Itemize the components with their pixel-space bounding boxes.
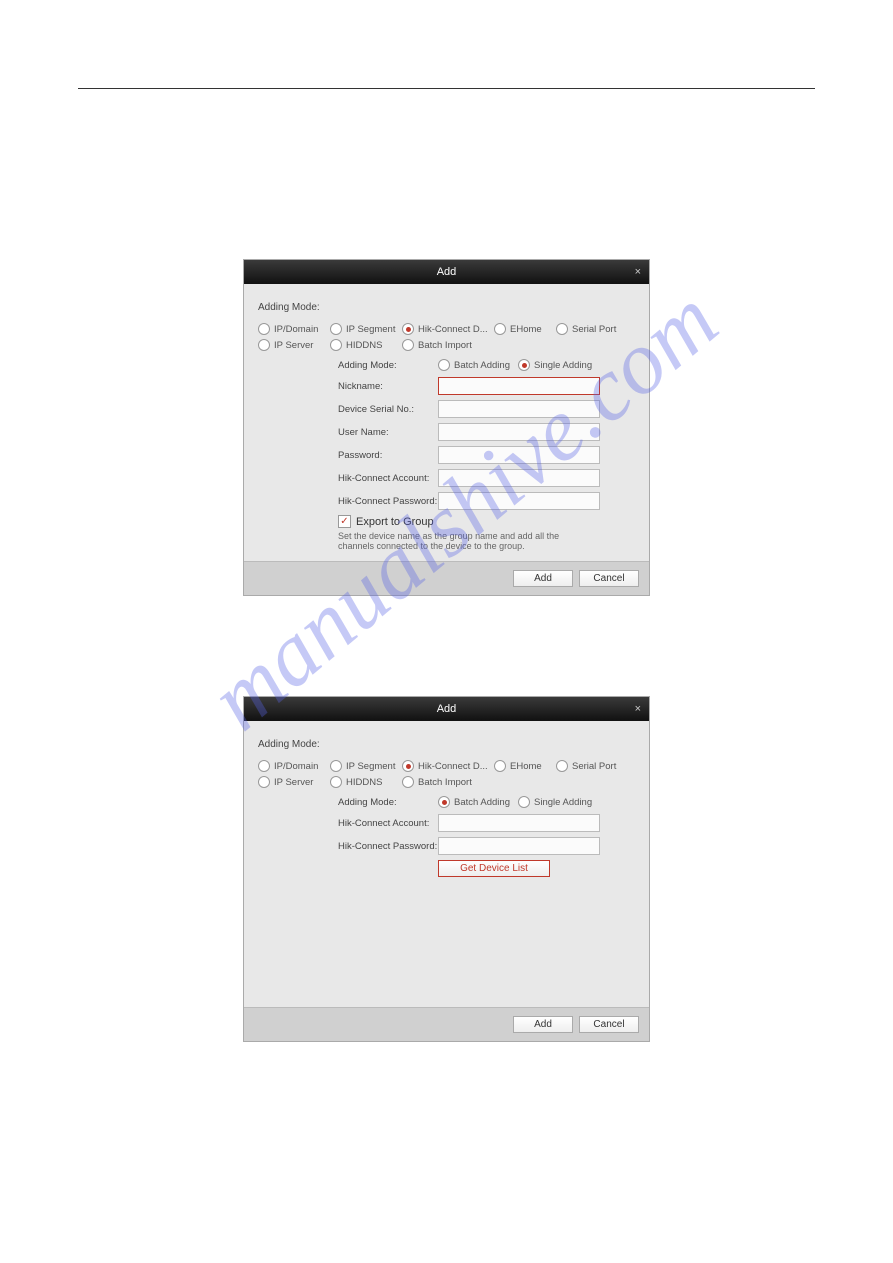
radio-ip-server[interactable]: IP Server: [258, 339, 330, 351]
username-input[interactable]: [438, 423, 600, 441]
radio-ip-segment[interactable]: IP Segment: [330, 760, 402, 772]
serial-input[interactable]: [438, 400, 600, 418]
radio-ip-domain[interactable]: IP/Domain: [258, 760, 330, 772]
radio-hik-connect[interactable]: Hik-Connect D...: [402, 323, 494, 335]
sub-mode-label: Adding Mode:: [338, 797, 438, 808]
add-button[interactable]: Add: [513, 1016, 573, 1033]
nickname-label: Nickname:: [338, 381, 438, 392]
cancel-button[interactable]: Cancel: [579, 1016, 639, 1033]
radio-ip-segment[interactable]: IP Segment: [330, 323, 402, 335]
radio-hiddns[interactable]: HIDDNS: [330, 339, 402, 351]
radio-ehome[interactable]: EHome: [494, 323, 556, 335]
get-device-list-button[interactable]: Get Device List: [438, 860, 550, 877]
dialog-titlebar: Add ×: [244, 260, 649, 284]
radio-ip-server[interactable]: IP Server: [258, 776, 330, 788]
radio-serial-port[interactable]: Serial Port: [556, 323, 626, 335]
radio-batch-import[interactable]: Batch Import: [402, 339, 494, 351]
mode-row-1: IP/Domain IP Segment Hik-Connect D... EH…: [258, 323, 635, 335]
radio-single-adding[interactable]: Single Adding: [518, 796, 592, 808]
dialog-footer: Add Cancel: [244, 1007, 649, 1041]
mode-row-2: IP Server HIDDNS Batch Import: [258, 776, 635, 788]
export-label: Export to Group: [356, 516, 434, 528]
radio-batch-adding[interactable]: Batch Adding: [438, 359, 518, 371]
radio-batch-adding[interactable]: Batch Adding: [438, 796, 518, 808]
radio-hiddns[interactable]: HIDDNS: [330, 776, 402, 788]
hc-account-input[interactable]: [438, 814, 600, 832]
hc-account-label: Hik-Connect Account:: [338, 473, 438, 484]
radio-batch-import[interactable]: Batch Import: [402, 776, 494, 788]
hc-password-label: Hik-Connect Password:: [338, 496, 438, 507]
dialog-titlebar: Add ×: [244, 697, 649, 721]
nickname-input[interactable]: [438, 377, 600, 395]
dialog-body: Adding Mode: IP/Domain IP Segment Hik-Co…: [244, 284, 649, 561]
username-label: User Name:: [338, 427, 438, 438]
dialog-body: Adding Mode: IP/Domain IP Segment Hik-Co…: [244, 721, 649, 1007]
hc-password-input[interactable]: [438, 492, 600, 510]
header-rule: [78, 88, 815, 89]
mode-row-1: IP/Domain IP Segment Hik-Connect D... EH…: [258, 760, 635, 772]
close-icon[interactable]: ×: [635, 260, 641, 284]
radio-single-adding[interactable]: Single Adding: [518, 359, 592, 371]
form-area: Adding Mode: Batch Adding Single Adding …: [338, 796, 635, 877]
serial-label: Device Serial No.:: [338, 404, 438, 415]
hc-account-input[interactable]: [438, 469, 600, 487]
sub-mode-label: Adding Mode:: [338, 360, 438, 371]
adding-mode-label: Adding Mode:: [258, 739, 635, 750]
hc-account-label: Hik-Connect Account:: [338, 818, 438, 829]
cancel-button[interactable]: Cancel: [579, 570, 639, 587]
help-text: Set the device name as the group name an…: [338, 531, 588, 551]
radio-ip-domain[interactable]: IP/Domain: [258, 323, 330, 335]
add-dialog-batch: Add × Adding Mode: IP/Domain IP Segment …: [243, 696, 650, 1042]
dialog-footer: Add Cancel: [244, 561, 649, 595]
add-dialog-single: Add × Adding Mode: IP/Domain IP Segment …: [243, 259, 650, 596]
export-checkbox-row[interactable]: Export to Group: [338, 515, 635, 528]
password-input[interactable]: [438, 446, 600, 464]
radio-hik-connect[interactable]: Hik-Connect D...: [402, 760, 494, 772]
radio-ehome[interactable]: EHome: [494, 760, 556, 772]
dialog-title: Add: [437, 266, 457, 278]
export-checkbox[interactable]: [338, 515, 351, 528]
form-area: Adding Mode: Batch Adding Single Adding …: [338, 359, 635, 551]
hc-password-label: Hik-Connect Password:: [338, 841, 438, 852]
hc-password-input[interactable]: [438, 837, 600, 855]
password-label: Password:: [338, 450, 438, 461]
dialog-title: Add: [437, 703, 457, 715]
add-button[interactable]: Add: [513, 570, 573, 587]
mode-row-2: IP Server HIDDNS Batch Import: [258, 339, 635, 351]
adding-mode-label: Adding Mode:: [258, 302, 635, 313]
radio-serial-port[interactable]: Serial Port: [556, 760, 626, 772]
close-icon[interactable]: ×: [635, 697, 641, 721]
